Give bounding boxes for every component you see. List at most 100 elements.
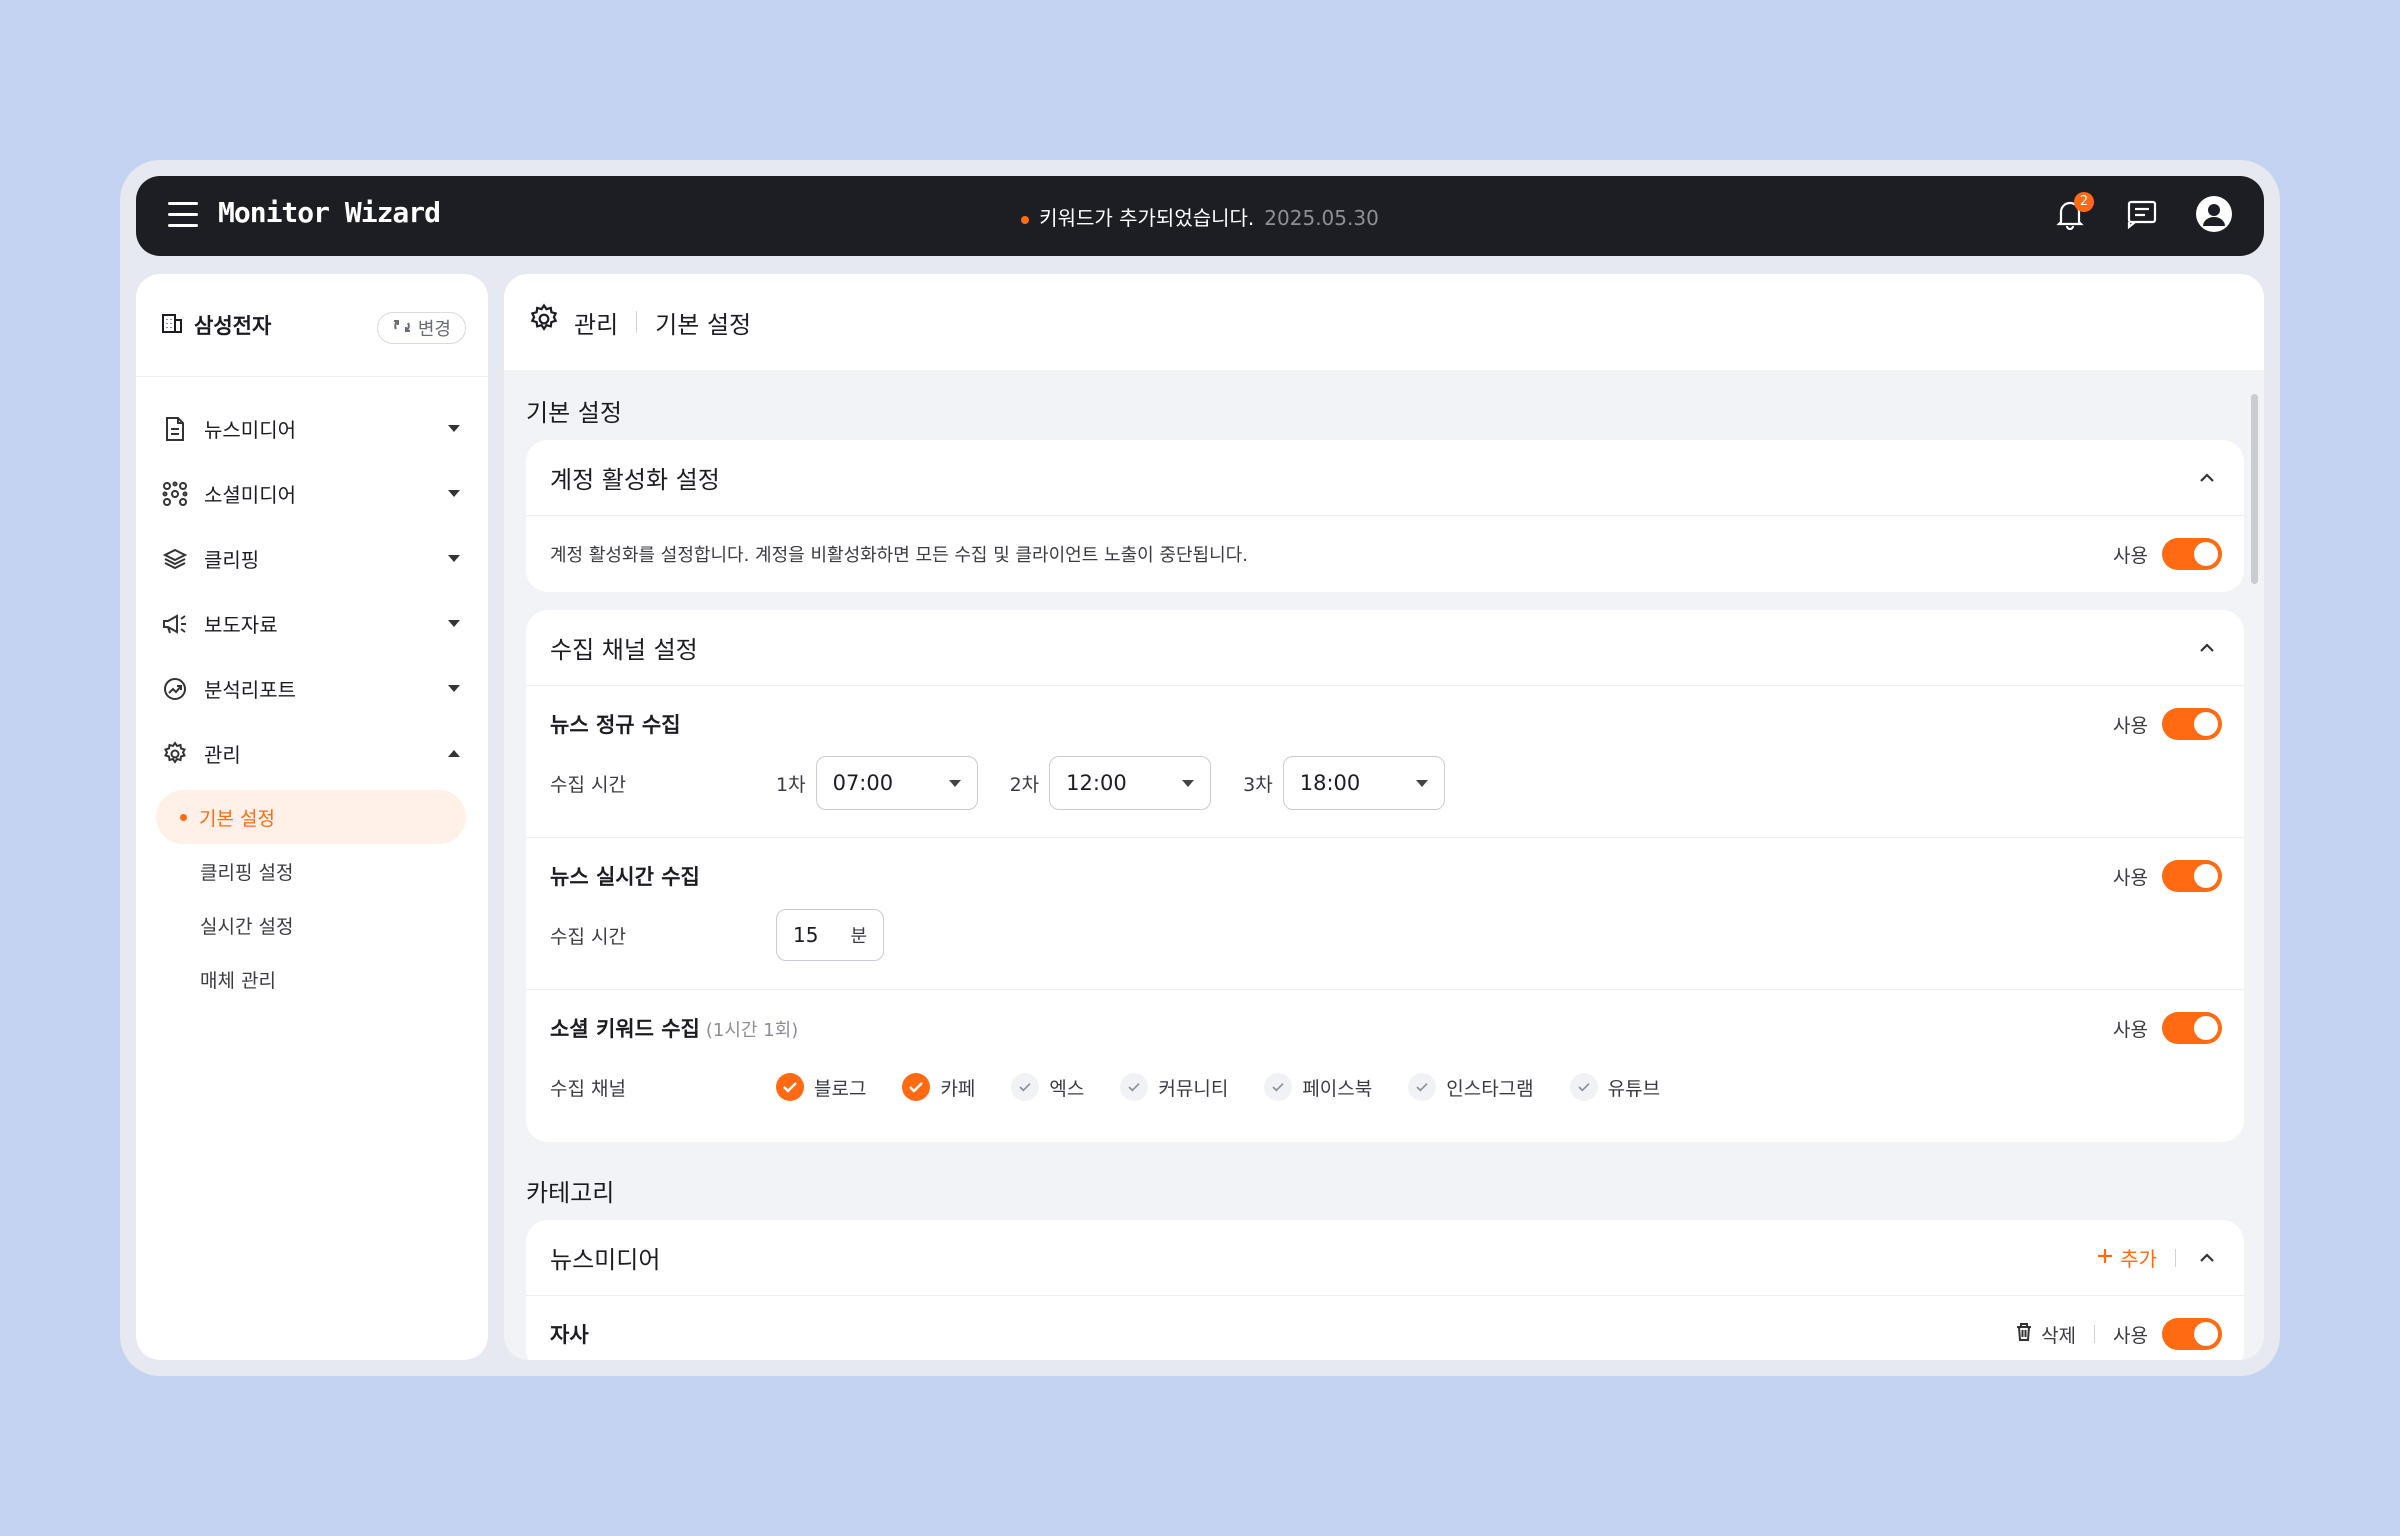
sidebar-item-news-media[interactable]: 뉴스미디어	[136, 396, 488, 461]
news-regular-row: 뉴스 정규 수집 사용 수집 시간 1차 07:00 2차 12:00 3차 1…	[526, 686, 2244, 838]
subnav-media-management[interactable]: 매체 관리	[156, 952, 466, 1006]
chevron-up-icon[interactable]	[2194, 465, 2220, 491]
subnav-realtime-settings[interactable]: 실시간 설정	[156, 898, 466, 952]
delete-button[interactable]: 삭제	[2015, 1321, 2076, 1348]
notice-dot	[1021, 215, 1030, 224]
breadcrumb-separator	[636, 311, 638, 333]
sidebar-item-label: 관리	[204, 743, 241, 767]
check-icon	[1408, 1073, 1437, 1101]
checkbox-label: 인스타그램	[1446, 1077, 1534, 1100]
refresh-icon	[392, 317, 412, 340]
channel-checkbox-blog[interactable]: 블로그	[776, 1073, 866, 1101]
category-news-media-card: 뉴스미디어 추가 자사 삭제 사용	[526, 1220, 2244, 1360]
row-title: 뉴스 실시간 수집	[550, 865, 700, 889]
chevron-down-icon	[448, 555, 460, 562]
layers-icon	[160, 544, 190, 574]
divider	[2094, 1325, 2096, 1343]
section-title-basic: 기본 설정	[526, 399, 622, 427]
trash-icon	[2015, 1322, 2033, 1347]
main-panel: 관리 기본 설정 기본 설정 계정 활성화 설정 계정 활성화를 설정합니다. …	[504, 274, 2264, 1360]
top-bar: Monitor Wizard 키워드가 추가되었습니다. 2025.05.30 2	[136, 176, 2264, 256]
checkbox-label: 유튜브	[1607, 1077, 1661, 1100]
app-frame: Monitor Wizard 키워드가 추가되었습니다. 2025.05.30 2…	[120, 160, 2280, 1376]
network-icon	[160, 479, 190, 509]
row-hint: (1시간 1회)	[705, 1020, 799, 1041]
sidebar-item-label: 뉴스미디어	[204, 418, 296, 442]
change-label: 변경	[417, 319, 451, 340]
time-order-label: 1차	[776, 773, 806, 796]
news-regular-toggle[interactable]	[2162, 708, 2222, 740]
sidebar: 삼성전자 변경 뉴스미디어 소셜미디어 클리핑 보도자료 분석리포트 관리 기본…	[136, 274, 488, 1360]
category-use-toggle[interactable]	[2162, 1318, 2222, 1350]
checkbox-label: 엑스	[1049, 1077, 1085, 1100]
use-label: 사용	[2113, 1018, 2148, 1041]
add-label: 추가	[2120, 1247, 2157, 1271]
avatar-icon[interactable]	[2194, 194, 2234, 234]
channel-checkboxes: 블로그 카페 엑스 커뮤니티 페이스북 인스타그램 유튜브	[776, 1073, 1660, 1101]
time-select-2[interactable]: 12:00	[1049, 756, 1212, 810]
realtime-interval-input[interactable]: 15 분	[776, 909, 884, 961]
chevron-down-icon	[448, 425, 460, 432]
sidebar-item-social-media[interactable]: 소셜미디어	[136, 461, 488, 526]
sidebar-item-label: 클리핑	[204, 548, 260, 572]
card-title: 수집 채널 설정	[550, 636, 698, 664]
channel-checkbox-youtube[interactable]: 유튜브	[1569, 1073, 1661, 1101]
breadcrumb: 관리 기본 설정	[504, 274, 2264, 370]
section-title-category: 카테고리	[526, 1179, 615, 1207]
channel-checkbox-x[interactable]: 엑스	[1011, 1073, 1084, 1101]
select-value: 18:00	[1299, 771, 1361, 795]
select-value: 12:00	[1066, 771, 1127, 795]
account-description: 계정 활성화를 설정합니다. 계정을 비활성화하면 모든 수집 및 클라이언트 …	[550, 545, 1248, 566]
plus-icon	[2096, 1246, 2114, 1270]
account-active-toggle[interactable]	[2162, 538, 2222, 570]
row-title: 소셜 키워드 수집	[550, 1017, 700, 1041]
channel-checkbox-facebook[interactable]: 페이스북	[1264, 1073, 1372, 1101]
chevron-down-icon	[948, 779, 961, 787]
chevron-up-icon[interactable]	[2194, 1245, 2220, 1271]
building-icon	[160, 311, 184, 340]
sidebar-item-clipping[interactable]: 클리핑	[136, 526, 488, 591]
interval-unit: 분	[850, 926, 867, 947]
time-select-1[interactable]: 07:00	[815, 756, 978, 810]
sidebar-item-management[interactable]: 관리	[136, 721, 488, 786]
subnav-basic-settings[interactable]: 기본 설정	[156, 790, 466, 844]
news-realtime-row: 뉴스 실시간 수집 사용 수집 시간 15 분	[526, 838, 2244, 990]
time-select-3[interactable]: 18:00	[1282, 756, 1445, 810]
check-icon	[1120, 1073, 1149, 1101]
change-company-button[interactable]: 변경	[376, 312, 466, 344]
checkbox-label: 페이스북	[1302, 1077, 1373, 1100]
time-order-label: 3차	[1243, 773, 1273, 796]
row-title: 뉴스 정규 수집	[550, 713, 681, 737]
divider	[2175, 1248, 2176, 1267]
field-label: 수집 시간	[550, 925, 626, 948]
use-label: 사용	[2113, 866, 2148, 889]
sidebar-item-press-release[interactable]: 보도자료	[136, 591, 488, 656]
sidebar-divider	[136, 376, 488, 377]
channel-checkbox-community[interactable]: 커뮤니티	[1120, 1073, 1228, 1101]
bell-icon[interactable]: 2	[2050, 192, 2094, 234]
channel-checkbox-instagram[interactable]: 인스타그램	[1408, 1073, 1534, 1101]
page-title: 기본 설정	[655, 310, 752, 339]
chevron-up-icon[interactable]	[2194, 635, 2220, 661]
breadcrumb-parent[interactable]: 관리	[574, 305, 618, 340]
document-icon	[160, 414, 190, 444]
check-icon	[902, 1073, 931, 1101]
sidebar-nav: 뉴스미디어 소셜미디어 클리핑 보도자료 분석리포트 관리 기본 설정 클리핑 …	[136, 396, 488, 1006]
check-icon	[1264, 1073, 1293, 1101]
chevron-up-icon	[448, 750, 460, 757]
trend-icon	[160, 674, 190, 704]
sidebar-item-label: 소셜미디어	[204, 483, 296, 507]
news-realtime-toggle[interactable]	[2162, 860, 2222, 892]
collection-channel-card: 수집 채널 설정 뉴스 정규 수집 사용 수집 시간 1차 07:00 2차 1…	[526, 610, 2244, 1142]
channel-checkbox-cafe[interactable]: 카페	[902, 1073, 975, 1101]
sidebar-item-analysis-report[interactable]: 분석리포트	[136, 656, 488, 721]
social-keyword-toggle[interactable]	[2162, 1012, 2222, 1044]
checkbox-label: 카페	[940, 1077, 976, 1100]
scrollbar[interactable]	[2251, 394, 2258, 584]
notice-banner: 키워드가 추가되었습니다. 2025.05.30	[136, 202, 2264, 231]
add-category-button[interactable]: 추가	[2096, 1243, 2157, 1272]
company-label: 삼성전자	[194, 314, 272, 338]
field-label: 수집 채널	[550, 1077, 626, 1100]
message-icon[interactable]	[2122, 194, 2162, 234]
subnav-clipping-settings[interactable]: 클리핑 설정	[156, 844, 466, 898]
